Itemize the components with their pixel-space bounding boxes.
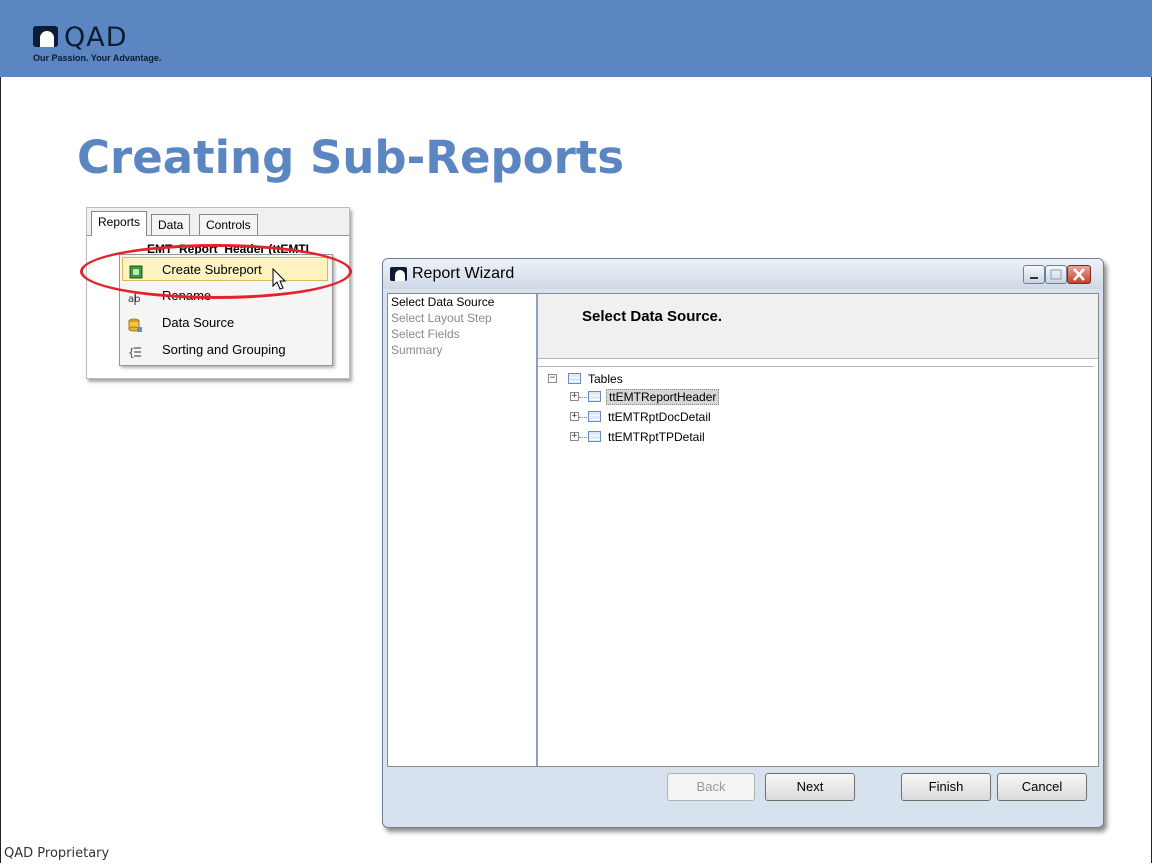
tree-connector (579, 397, 587, 398)
sort-group-icon: { (128, 343, 142, 359)
svg-text:{: { (128, 346, 135, 359)
expand-icon[interactable]: + (570, 392, 579, 401)
tree-node-label: ttEMTRptTPDetail (608, 430, 705, 444)
menu-item-data-source[interactable]: Data Source (122, 311, 328, 335)
header-bar: QAD Our Passion. Your Advantage. (0, 0, 1152, 77)
designer-tabs: Reports Data Controls (87, 208, 349, 236)
wizard-header: Select Data Source. (538, 294, 1098, 359)
qad-logo-icon (33, 26, 58, 47)
tree-connector (579, 417, 587, 418)
tab-data[interactable]: Data (151, 214, 191, 235)
step-select-data-source: Select Data Source (391, 295, 495, 309)
logo-text: QAD (64, 22, 128, 53)
expand-icon[interactable]: + (570, 412, 579, 421)
tree-node-label: ttEMTRptDocDetail (608, 410, 711, 424)
maximize-button[interactable] (1045, 265, 1067, 284)
menu-item-label: Data Source (162, 315, 235, 330)
step-select-fields: Select Fields (391, 327, 460, 341)
menu-item-label: Sorting and Grouping (162, 342, 286, 357)
wizard-header-title: Select Data Source. (582, 308, 723, 325)
step-summary: Summary (391, 343, 443, 357)
wizard-button-bar: Back Next Finish Cancel (383, 767, 1103, 827)
report-wizard-window: Report Wizard Select Data Source Select … (382, 258, 1104, 828)
minimize-button[interactable] (1023, 265, 1045, 284)
close-icon (1073, 268, 1085, 281)
svg-text:ab: ab (128, 294, 140, 305)
tab-reports[interactable]: Reports (91, 211, 148, 236)
menu-item-sorting-grouping[interactable]: { Sorting and Grouping (122, 338, 328, 362)
step-select-layout: Select Layout Step (391, 311, 492, 325)
mouse-cursor-icon (272, 267, 288, 296)
cancel-button[interactable]: Cancel (997, 773, 1087, 801)
window-titlebar[interactable]: Report Wizard (383, 259, 1103, 289)
back-button[interactable]: Back (667, 773, 755, 801)
tree-connector (579, 437, 587, 438)
table-icon (588, 431, 601, 442)
window-title: Report Wizard (412, 265, 515, 282)
table-icon (568, 373, 581, 384)
next-button[interactable]: Next (765, 773, 855, 801)
footer-text: QAD Proprietary (4, 846, 110, 861)
tab-controls[interactable]: Controls (199, 214, 258, 235)
app-icon (390, 267, 407, 281)
finish-button[interactable]: Finish (901, 773, 991, 801)
logo-tagline: Our Passion. Your Advantage. (33, 53, 162, 63)
slide-title: Creating Sub-Reports (77, 131, 625, 184)
tree-node-label: Tables (588, 372, 623, 386)
table-icon (588, 391, 601, 402)
wizard-steps: Select Data Source Select Layout Step Se… (388, 294, 538, 766)
close-button[interactable] (1067, 265, 1091, 284)
tree-node-label: ttEMTReportHeader (606, 389, 720, 405)
highlight-oval (80, 244, 352, 299)
database-icon (128, 316, 142, 332)
data-source-tree: − Tables + ttEMTReportHeader + ttEMTRptD… (538, 366, 1094, 765)
collapse-icon[interactable]: − (548, 374, 557, 383)
expand-icon[interactable]: + (570, 432, 579, 441)
wizard-body: Select Data Source Select Layout Step Se… (387, 293, 1099, 767)
table-icon (588, 411, 601, 422)
